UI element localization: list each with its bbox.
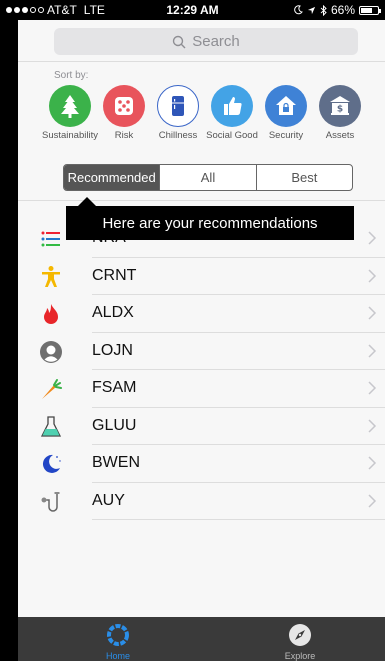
recommendations-tooltip: Here are your recommendations — [66, 197, 354, 240]
status-bar: AT&T LTE 12:29 AM 66% — [0, 0, 385, 20]
battery-percent: 66% — [330, 3, 355, 17]
sort-option-risk[interactable]: Risk — [94, 85, 154, 141]
ticker-label: AUY — [92, 491, 125, 509]
house-lock-icon — [276, 96, 296, 115]
sort-circle — [49, 85, 91, 127]
fridge-icon — [172, 96, 184, 116]
tab-label: Home — [105, 651, 130, 661]
list-item[interactable]: AUY — [18, 483, 385, 520]
tab-explore[interactable]: Explore — [240, 623, 360, 661]
location-arrow-icon — [307, 6, 316, 14]
status-right: 66% — [293, 3, 381, 17]
sort-circle — [211, 85, 253, 127]
do-not-disturb-icon — [294, 5, 303, 15]
ticker-label: BWEN — [92, 454, 140, 471]
stethoscope-icon — [38, 489, 64, 515]
sort-option-label: Risk — [114, 130, 134, 141]
list-item[interactable]: GLUU — [18, 408, 385, 445]
sort-by-label: Sort by: — [54, 70, 89, 81]
list-icon — [38, 226, 64, 252]
dice-icon — [115, 97, 133, 115]
chevron-right-icon — [368, 268, 377, 283]
compass-icon — [289, 624, 311, 646]
sort-options: Sustainability Risk Chillness Social Goo… — [40, 85, 380, 155]
sort-option-label: Assets — [325, 130, 355, 141]
chevron-right-icon — [368, 381, 377, 395]
flask-icon — [38, 414, 64, 440]
sort-option-chillness[interactable]: Chillness — [148, 85, 208, 141]
search-placeholder: Search — [192, 33, 240, 50]
ticker-label: LOJN — [92, 341, 133, 359]
sort-circle — [103, 85, 145, 127]
tab-home[interactable]: Home — [58, 623, 178, 661]
battery-icon — [359, 5, 381, 15]
sort-option-label: Security — [268, 130, 304, 141]
bluetooth-icon — [320, 4, 327, 16]
list-item[interactable]: ALDX — [18, 295, 385, 333]
search-icon — [173, 35, 186, 48]
sort-option-label: Chillness — [158, 130, 198, 141]
stock-list: NRA CRNT ALDX LOJN — [18, 220, 385, 520]
list-item[interactable]: BWEN — [18, 445, 385, 483]
carrot-icon — [38, 376, 64, 402]
sort-option-label: Sustainability — [42, 130, 98, 141]
chevron-right-icon — [368, 456, 377, 470]
list-item[interactable]: CRNT — [18, 258, 385, 295]
app-screen: Search Sort by: Sustainability Risk Chil… — [18, 0, 385, 661]
person-icon — [38, 264, 64, 290]
sort-option-label: Social Good — [206, 130, 258, 141]
ticker-label: GLUU — [92, 416, 137, 434]
chevron-right-icon — [368, 231, 377, 245]
thumbs-up-icon — [224, 97, 242, 115]
sort-option-social-good[interactable]: Social Good — [202, 85, 262, 141]
list-item[interactable]: FSAM — [18, 370, 385, 408]
search-bar[interactable]: Search — [54, 28, 358, 55]
row-separator — [92, 519, 385, 520]
flame-icon — [38, 301, 64, 327]
sort-option-assets[interactable]: $ Assets — [310, 85, 370, 141]
tab-label: Explore — [284, 651, 316, 661]
chevron-right-icon — [368, 493, 377, 508]
sort-circle — [265, 85, 307, 127]
segment-best[interactable]: Best — [255, 165, 352, 190]
tab-bar: Home Explore — [18, 617, 385, 661]
filter-segmented-control: Recommended All Best — [63, 164, 353, 191]
ticker-label: ALDX — [92, 304, 134, 321]
search-header: Search — [18, 20, 385, 62]
segment-recommended[interactable]: Recommended — [64, 165, 160, 190]
ticker-label: CRNT — [92, 266, 137, 284]
home-ring-icon — [107, 624, 129, 646]
sort-option-security[interactable]: Security — [256, 85, 316, 141]
segment-all[interactable]: All — [159, 165, 255, 190]
chevron-right-icon — [368, 306, 377, 320]
profile-silhouette-icon — [38, 339, 64, 365]
sort-circle: $ — [319, 85, 361, 127]
list-item[interactable]: LOJN — [18, 333, 385, 370]
sort-circle — [157, 85, 199, 127]
chevron-right-icon — [368, 343, 377, 358]
section-divider — [18, 200, 385, 201]
tree-icon — [61, 95, 79, 118]
bank-icon: $ — [330, 96, 350, 115]
chevron-right-icon — [368, 418, 377, 433]
ticker-label: FSAM — [92, 379, 137, 396]
sort-option-sustainability[interactable]: Sustainability — [40, 85, 100, 141]
svg-text:$: $ — [337, 105, 343, 115]
moon-icon — [38, 451, 64, 477]
